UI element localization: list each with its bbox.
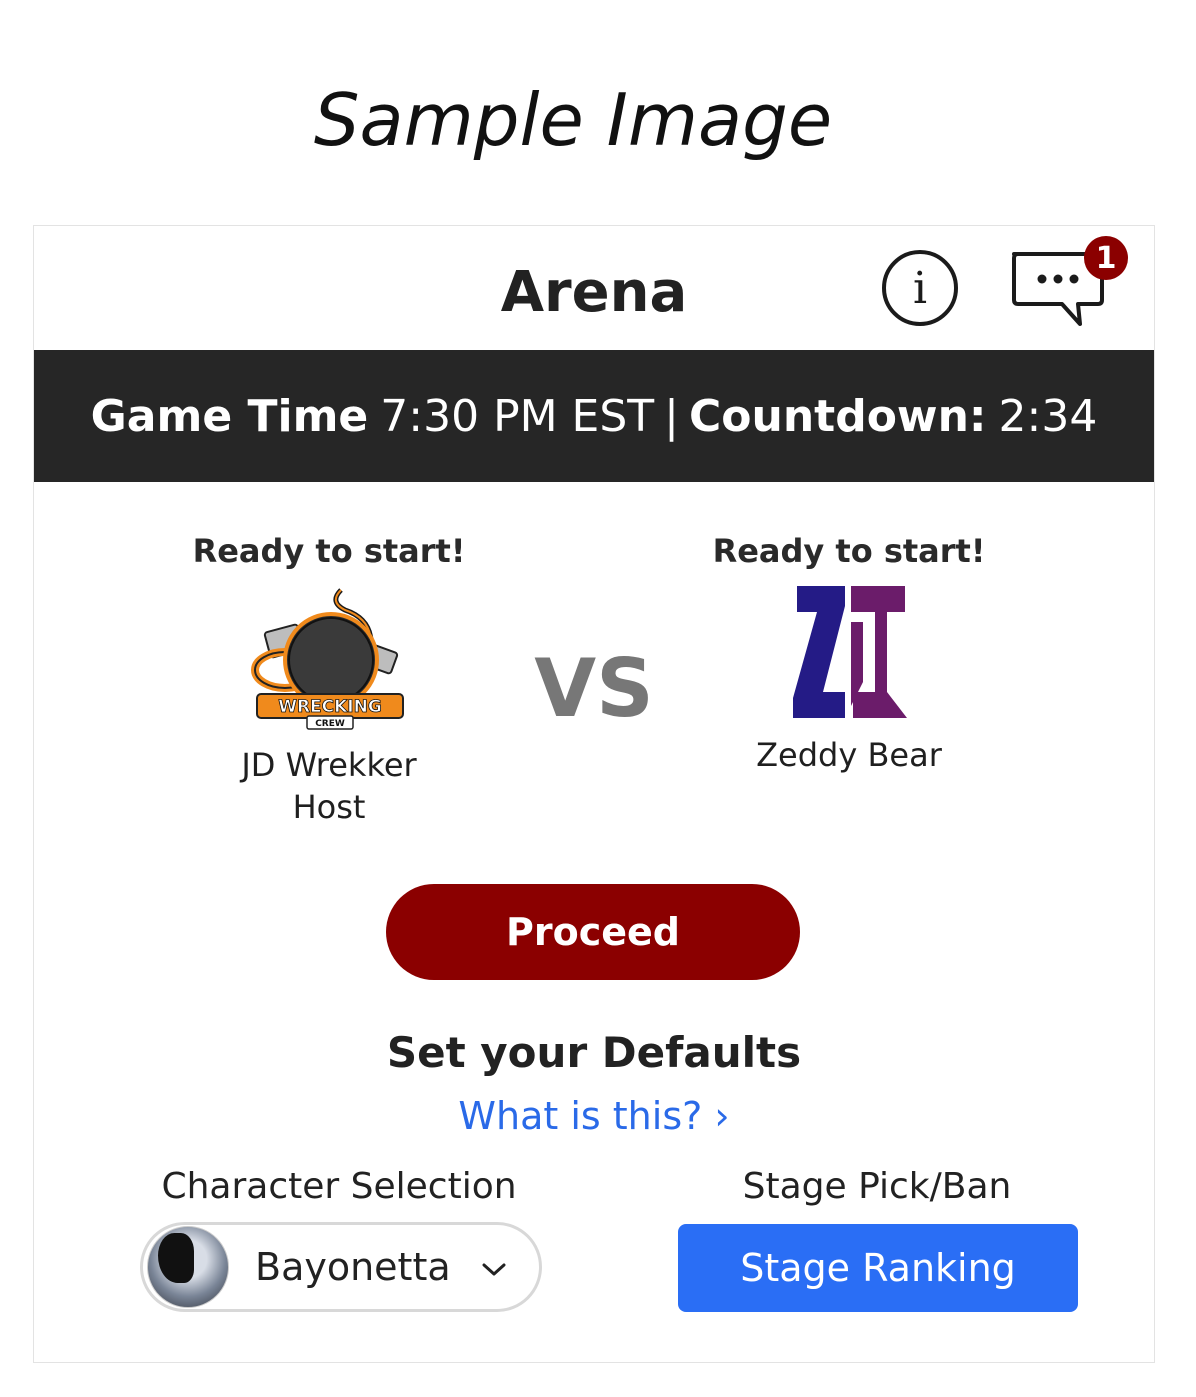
stage-ranking-button[interactable]: Stage Ranking: [678, 1224, 1078, 1312]
chat-button[interactable]: 1: [1008, 236, 1128, 336]
header: Arena i 1: [34, 226, 1154, 350]
team-right: Ready to start! Zeddy Bear: [684, 532, 1014, 774]
character-avatar: [147, 1226, 229, 1308]
chevron-down-icon: [482, 1263, 506, 1276]
wrecking-ball-icon: WRECKING CREW: [251, 588, 404, 730]
info-button[interactable]: i: [882, 250, 958, 326]
zs-logo-icon: [793, 586, 907, 718]
notification-badge: 1: [1084, 236, 1128, 280]
countdown-value: 2:34: [998, 390, 1098, 442]
proceed-button[interactable]: Proceed: [386, 884, 800, 980]
vs-label: VS: [534, 642, 654, 735]
game-time-bar: Game Time 7:30 PM EST | Countdown: 2:34: [34, 350, 1154, 482]
page-title: Arena: [500, 260, 688, 325]
ready-status: Ready to start!: [192, 532, 466, 570]
separator: |: [664, 390, 679, 442]
logo-text: WRECKING: [278, 697, 382, 717]
team-left: Ready to start! WRECKING CREW JD Wrekker…: [164, 532, 494, 826]
info-icon: i: [912, 262, 928, 314]
character-value: Bayonetta: [255, 1245, 451, 1289]
stage-pick-ban-label: Stage Pick/Ban: [742, 1166, 1012, 1207]
game-time-value: 7:30 PM EST: [380, 390, 655, 442]
character-selection-label: Character Selection: [161, 1166, 517, 1207]
countdown-label: Countdown:: [689, 390, 987, 442]
defaults-title: Set your Defaults: [386, 1028, 802, 1077]
player-role: Host: [292, 788, 366, 826]
player-name: JD Wrekker: [241, 746, 417, 784]
arena-card: Arena i 1 Game Time 7:30 PM EST | Countd…: [33, 225, 1155, 1363]
player-name: Zeddy Bear: [756, 736, 942, 774]
sample-title: Sample Image: [313, 78, 833, 162]
character-select[interactable]: Bayonetta: [140, 1222, 542, 1312]
game-time-label: Game Time: [90, 390, 369, 442]
ready-status: Ready to start!: [712, 532, 986, 570]
logo-subtext: CREW: [315, 719, 345, 729]
what-is-this-link[interactable]: What is this? ›: [34, 1094, 1154, 1138]
